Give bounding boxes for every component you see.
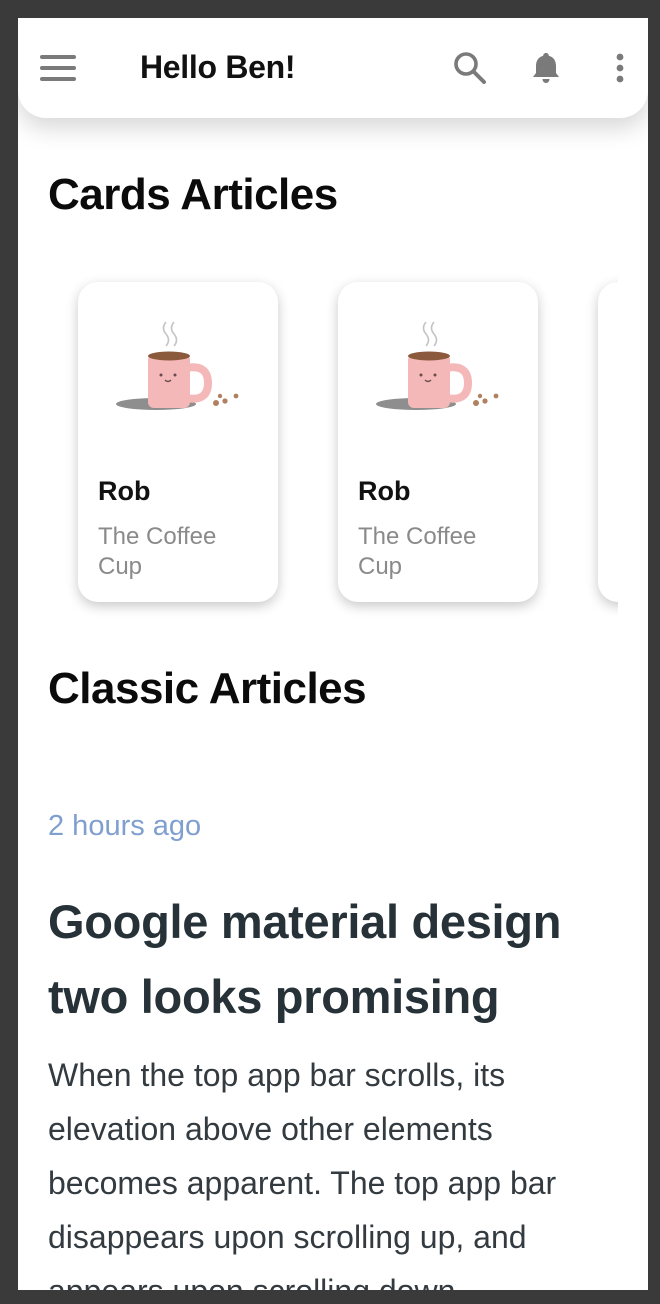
cards-section-title: Cards Articles — [48, 170, 338, 219]
article-card[interactable]: Rob The Coffee Cup — [338, 282, 538, 602]
coffee-mug-illustration — [376, 321, 499, 410]
card-subtitle: The Coffee Cup — [358, 523, 477, 580]
classic-section-title: Classic Articles — [48, 664, 367, 713]
appbar-title: Hello Ben! — [140, 49, 296, 85]
menu-icon[interactable] — [40, 55, 76, 81]
card-subtitle: The Coffee Cup — [98, 523, 217, 580]
article-time: 2 hours ago — [48, 810, 202, 842]
article-body: When the top app bar scrolls, its elevat… — [48, 1057, 557, 1290]
card-author: Rob — [98, 476, 151, 506]
article-headline[interactable]: Google material design two looks promisi… — [48, 884, 628, 1034]
app-screen: Hello Ben! Cards Articles Rob The Coffee… — [18, 18, 648, 1290]
cards-carousel[interactable]: Rob The Coffee Cup Rob The Coffee Cup — [18, 268, 618, 628]
card-author: Rob — [358, 476, 411, 506]
coffee-mug-illustration — [116, 321, 239, 410]
bell-icon[interactable] — [528, 50, 564, 86]
top-app-bar: Hello Ben! — [18, 18, 648, 118]
more-vert-icon[interactable] — [604, 50, 634, 86]
article-card-partial[interactable] — [598, 282, 618, 602]
search-icon[interactable] — [452, 50, 488, 86]
article-card[interactable]: Rob The Coffee Cup — [78, 282, 278, 602]
